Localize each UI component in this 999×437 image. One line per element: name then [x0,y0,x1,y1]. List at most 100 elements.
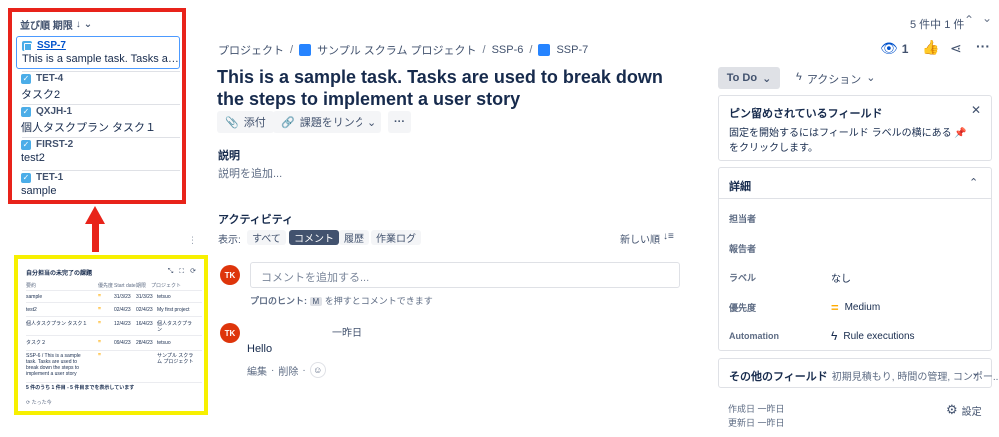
created-date: 作成日 一昨日 [728,404,785,414]
link-issue-label: 課題をリンク [299,117,366,129]
link-dropdown-button[interactable]: ⌄ [362,111,382,133]
widget-refresh[interactable]: ⟳ たった今 [26,400,52,406]
other-fields-title: その他のフィールド [729,371,828,383]
filter-history[interactable]: 履歴 [339,230,369,245]
priority-value-text: Medium [844,302,881,313]
pinned-fields-card: ピン留めされているフィールド ✕ 固定を開始するにはフィールド ラベルの横にある… [718,95,992,161]
lightning-icon: ϟ [796,71,802,83]
sort-icon: ↓≡ [663,231,674,242]
widget-cell: tetsuo [157,340,171,346]
chevron-up-icon[interactable]: ⌃ [969,176,978,189]
widget-title: 自分担当の未完了の課題 [26,271,93,277]
more-icon[interactable]: ··· [976,38,990,54]
chevron-down-icon[interactable]: ⌄ [971,366,980,379]
widget-cell: 31/3/23 [114,294,131,300]
actions-button[interactable]: ϟ アクション ⌄ [796,71,876,87]
issue-key[interactable]: SSP-7 [37,40,66,51]
settings-button[interactable]: ⚙ 設定 [946,402,982,418]
resize-handle-icon[interactable]: ⋮ [188,235,197,246]
automation-value[interactable]: ϟ Rule executions [831,329,915,343]
widget-cell[interactable]: タスク２ [26,340,46,346]
field-label-assignee: 担当者 [729,214,757,224]
widget-cell: 16/4/23 [136,321,153,327]
filter-comments[interactable]: コメント [289,230,339,245]
breadcrumb-project[interactable]: サンプル スクラム プロジェクト [317,42,476,58]
widget-cell: 個人タスクプラン [157,321,193,333]
breadcrumb-parent[interactable]: SSP-6 [492,44,524,56]
priority-value[interactable]: = Medium [831,300,880,315]
priority-medium-icon: = [98,293,101,299]
widget-header: 要約 [26,283,37,289]
chevron-up-icon[interactable]: ⌃ [964,13,974,27]
attach-button[interactable]: 📎 添付 [217,111,274,133]
comment-input[interactable]: コメントを追加する... [250,262,680,288]
list-item[interactable]: ✓ FIRST-2 test2 [16,139,180,164]
chevron-down-icon: ⌄ [367,116,377,129]
filter-all[interactable]: すべて [247,230,286,245]
more-actions-button[interactable]: ··· [388,111,411,133]
list-item[interactable]: ✓ TET-4 タスク2 [16,73,180,102]
issue-key: TET-1 [36,172,64,183]
widget-cell[interactable]: SSP-6 / This is a sample task. Tasks are… [26,353,90,377]
show-label: 表示: [218,235,241,246]
like-icon[interactable]: 👍 [922,39,939,56]
widget-controls-icon[interactable]: ⤡ ⛶ ⟳ [168,267,198,276]
widget-cell: 02/4/23 [114,307,131,313]
widget-cell[interactable]: 個人タスクプラン タスク１ [26,321,87,327]
breadcrumb-current[interactable]: SSP-7 [556,44,588,56]
status-button[interactable]: To Do ⌄ [718,67,780,89]
updated-date: 更新日 一昨日 [728,418,785,428]
priority-medium-icon: = [98,352,101,358]
widget-cell: 09/4/23 [114,340,131,346]
description-field[interactable]: 説明を追加... [218,165,282,181]
subtask-icon [538,44,551,56]
chevron-down-icon: ⌄ [83,19,93,30]
pro-tip-key: M [309,297,323,306]
issue-key: TET-4 [36,73,64,84]
field-label-reporter: 報告者 [729,244,757,254]
priority-medium-icon: = [98,320,101,326]
list-item[interactable]: ✓ TET-1 sample [16,172,180,197]
other-fields-card[interactable]: その他のフィールド 初期見積もり, 時間の管理, コンポー... ⌄ [718,358,999,388]
add-reaction-icon[interactable]: ☺ [309,362,326,378]
issue-summary: タスク2 [21,89,61,101]
pro-tip-text: を押すとコメントできます [324,296,433,306]
other-fields-header: その他のフィールド 初期見積もり, 時間の管理, コンポー... [729,368,999,384]
priority-medium-icon: = [831,300,839,315]
list-item[interactable]: ✓ QXJH-1 個人タスクプラン タスク１ [16,106,180,135]
close-icon[interactable]: ✕ [971,103,981,117]
labels-value[interactable]: なし [831,270,851,285]
link-icon: 🔗 [281,116,295,129]
breadcrumb-projects[interactable]: プロジェクト [218,42,284,58]
avatar: TK [220,323,240,343]
description-heading: 説明 [218,150,240,162]
filter-worklog[interactable]: 作業ログ [371,230,421,245]
comment-body: Hello [247,343,273,355]
chevron-down-icon[interactable]: ⌄ [982,11,992,25]
pro-tip-label: プロのヒント: [250,296,307,306]
field-label-labels: ラベル [729,273,757,283]
pinned-fields-body: 固定を開始するにはフィールド ラベルの横にある 📌 をクリックします。 [729,128,967,154]
widget-footer: 5 件のうち 1 件目 - 5 件目までを表示しています [26,385,135,391]
avatar: TK [220,265,240,285]
edit-comment-link[interactable]: 編集 [247,363,267,378]
share-icon[interactable]: ⋖ [950,40,962,57]
link-issue-button[interactable]: 🔗 課題をリンク [273,111,374,133]
widget-cell[interactable]: test2 [26,307,37,313]
status-label: To Do [726,72,758,84]
list-item[interactable]: SSP-7 This is a sample task. Tasks are u… [16,36,180,69]
sort-label: 並び順 期限 [20,21,73,32]
sort-order-button[interactable]: 新しい順 ↓≡ [620,231,674,246]
sort-control[interactable]: 並び順 期限 ↓ ⌄ [20,17,92,32]
details-title: 詳細 [729,181,751,193]
annotation-arrow-shaft [92,222,99,252]
widget-cell: 31/3/23 [136,294,153,300]
delete-comment-link[interactable]: 削除 [278,363,298,378]
watch-button[interactable]: 👁 1 [880,40,908,57]
issue-summary: sample [21,185,57,197]
widget-cell[interactable]: sample [26,294,42,300]
priority-medium-icon: = [98,306,101,312]
chevron-down-icon: ⌄ [866,72,876,84]
widget-cell: 02/4/23 [136,307,153,313]
issue-title[interactable]: This is a sample task. Tasks are used to… [217,66,687,110]
